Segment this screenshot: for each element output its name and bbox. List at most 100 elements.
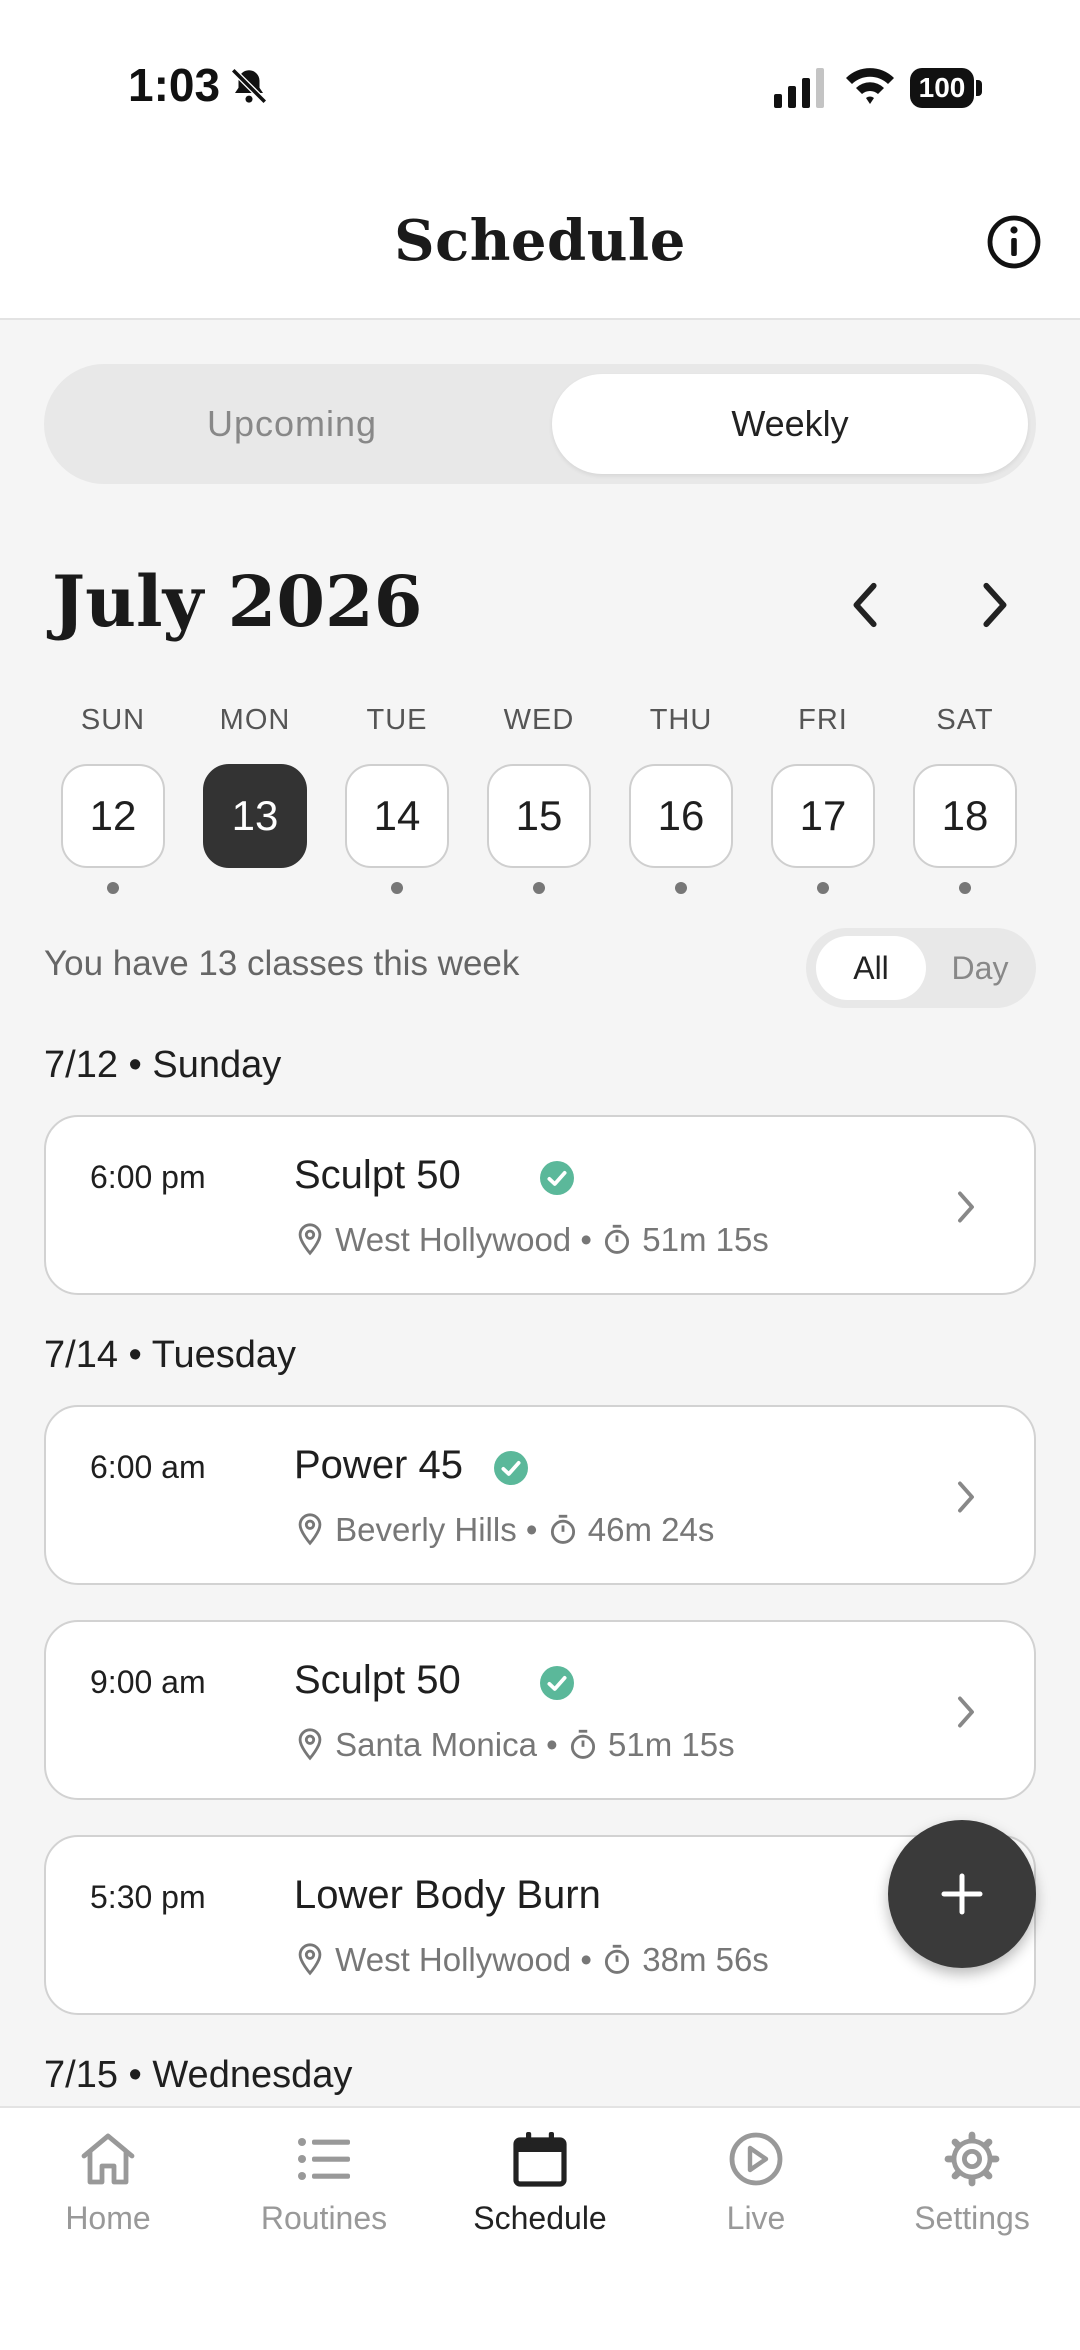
weekday-label: SUN	[80, 704, 146, 736]
chevron-right-icon[interactable]	[974, 580, 1014, 630]
class-name: Sculpt 50	[294, 1153, 461, 1197]
class-location: West Hollywood	[335, 1221, 572, 1258]
meta-separator: •	[546, 1726, 567, 1763]
class-time: 9:00 am	[90, 1664, 206, 1700]
class-location: Beverly Hills	[335, 1511, 517, 1548]
nav-live[interactable]: Live	[648, 2130, 864, 2237]
class-card[interactable]: 6:00 pm Sculpt 50 West Hollywood • 51m 1…	[44, 1115, 1036, 1295]
home-icon	[81, 2133, 135, 2185]
stopwatch-icon	[605, 1944, 630, 1974]
week-summary: You have 13 classes this week	[44, 944, 520, 983]
cellular-signal-icon	[774, 68, 824, 108]
day-button-18[interactable]: 18	[913, 764, 1017, 868]
location-pin-icon	[298, 1943, 322, 1976]
class-duration: 51m 15s	[642, 1221, 769, 1258]
bell-muted-icon	[231, 68, 267, 104]
stopwatch-icon	[550, 1514, 575, 1544]
wifi-icon	[846, 68, 894, 104]
location-pin-icon	[298, 1223, 322, 1256]
class-duration: 38m 56s	[642, 1941, 769, 1978]
class-duration: 46m 24s	[587, 1511, 715, 1548]
filter-toggle: All Day	[806, 928, 1036, 1008]
weekday-label: MON	[219, 704, 291, 736]
location-pin-icon	[298, 1513, 322, 1546]
meta-separator: •	[580, 1221, 602, 1258]
weekday-label: TUE	[366, 704, 428, 736]
class-meta: West Hollywood • 51m 15s	[294, 1221, 769, 1259]
nav-schedule[interactable]: Schedule	[432, 2130, 648, 2237]
day-button-12[interactable]: 12	[61, 764, 165, 868]
class-card[interactable]: 9:00 am Sculpt 50 Santa Monica • 51m 15s	[44, 1620, 1036, 1800]
weekday-label: SAT	[936, 704, 994, 736]
location-pin-icon	[298, 1728, 322, 1761]
class-name: Power 45	[294, 1443, 463, 1487]
class-indicator-dot	[107, 882, 119, 894]
chevron-right-icon	[958, 1696, 974, 1728]
nav-label: Settings	[914, 2200, 1030, 2236]
nav-routines[interactable]: Routines	[216, 2130, 432, 2237]
class-meta: Beverly Hills • 46m 24s	[294, 1511, 714, 1549]
battery-level: 100	[910, 68, 974, 108]
day-button-13-selected[interactable]: 13	[203, 764, 307, 868]
status-bar: 1:03 100	[0, 0, 1080, 170]
page-title: Schedule	[394, 208, 686, 274]
plus-icon	[941, 1873, 983, 1915]
class-time: 6:00 pm	[90, 1159, 206, 1195]
tab-weekly[interactable]: Weekly	[552, 374, 1028, 474]
section-heading: 7/12 • Sunday	[44, 1044, 282, 1086]
chevron-left-icon[interactable]	[846, 580, 886, 630]
class-location: West Hollywood	[335, 1941, 572, 1978]
chevron-right-icon	[958, 1481, 974, 1513]
filter-day-button[interactable]: Day	[930, 936, 1030, 1000]
stopwatch-icon	[570, 1729, 595, 1759]
meta-separator: •	[580, 1941, 602, 1978]
class-indicator-dot	[959, 882, 971, 894]
info-icon[interactable]	[986, 214, 1042, 270]
day-button-14[interactable]: 14	[345, 764, 449, 868]
class-meta: West Hollywood • 38m 56s	[294, 1941, 769, 1979]
month-title: July 2026	[52, 560, 423, 643]
nav-settings[interactable]: Settings	[864, 2130, 1080, 2237]
tab-upcoming[interactable]: Upcoming	[44, 364, 540, 484]
class-time: 6:00 am	[90, 1449, 206, 1485]
class-name: Lower Body Burn	[294, 1873, 601, 1917]
nav-label: Schedule	[473, 2200, 607, 2236]
class-time: 5:30 pm	[90, 1879, 206, 1915]
play-circle-icon	[729, 2132, 783, 2186]
chevron-right-icon	[958, 1191, 974, 1223]
class-card[interactable]: 5:30 pm Lower Body Burn West Hollywood •…	[44, 1835, 1036, 2015]
class-card[interactable]: 6:00 am Power 45 Beverly Hills • 46m 24s	[44, 1405, 1036, 1585]
section-heading: 7/15 • Wednesday	[44, 2054, 353, 2096]
weekday-label: THU	[649, 704, 713, 736]
class-meta: Santa Monica • 51m 15s	[294, 1726, 735, 1764]
check-circle-icon	[540, 1666, 574, 1700]
nav-label: Live	[726, 2200, 786, 2236]
meta-separator: •	[525, 1511, 547, 1548]
weekday-label: FRI	[798, 704, 848, 736]
filter-all-button[interactable]: All	[816, 936, 926, 1000]
class-location: Santa Monica	[335, 1726, 537, 1763]
view-segmented-control: Upcoming Weekly	[44, 364, 1036, 484]
add-class-button[interactable]	[888, 1820, 1036, 1968]
nav-home[interactable]: Home	[0, 2130, 216, 2237]
class-indicator-dot	[817, 882, 829, 894]
class-name: Sculpt 50	[294, 1658, 461, 1702]
app-header: Schedule	[0, 170, 1080, 320]
check-circle-icon	[494, 1451, 528, 1485]
day-button-15[interactable]: 15	[487, 764, 591, 868]
bottom-tab-bar: Home Routines Schedule Live Settings	[0, 2106, 1080, 2350]
list-icon	[298, 2138, 350, 2180]
battery-indicator: 100	[910, 68, 982, 108]
class-indicator-dot	[391, 882, 403, 894]
weekday-label: WED	[503, 704, 575, 736]
calendar-icon	[513, 2132, 567, 2187]
class-indicator-dot	[533, 882, 545, 894]
class-duration: 51m 15s	[608, 1726, 735, 1763]
day-button-17[interactable]: 17	[771, 764, 875, 868]
day-button-16[interactable]: 16	[629, 764, 733, 868]
stopwatch-icon	[605, 1224, 630, 1254]
nav-label: Routines	[260, 2200, 388, 2236]
class-indicator-dot	[675, 882, 687, 894]
gear-icon	[944, 2131, 1000, 2187]
status-time: 1:03	[128, 59, 221, 111]
